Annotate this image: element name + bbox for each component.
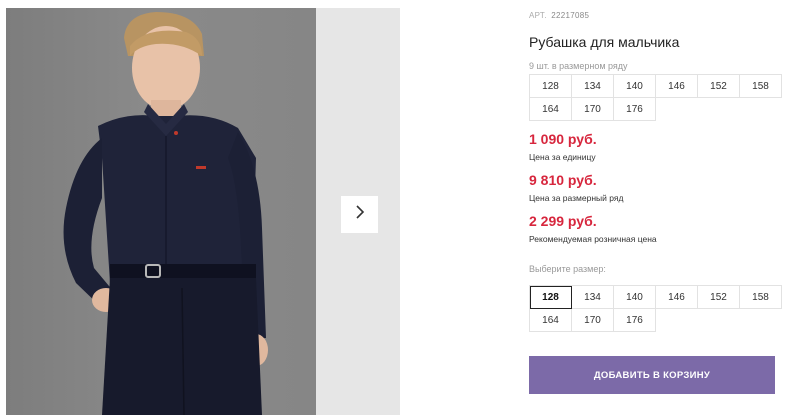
pack-size-cell: 170 — [572, 98, 614, 121]
pack-size-cell: 134 — [572, 75, 614, 98]
pack-price: 9 810 руб. — [529, 172, 597, 188]
size-option[interactable]: 146 — [656, 286, 698, 309]
pack-note: 9 шт. в размерном ряду — [529, 61, 628, 71]
retail-price: 2 299 руб. — [529, 213, 597, 229]
pack-price-label: Цена за размерный ряд — [529, 193, 624, 203]
sku-value: 22217085 — [551, 11, 590, 20]
pack-size-cell: 128 — [530, 75, 572, 98]
size-option[interactable]: 164 — [530, 309, 572, 332]
size-option[interactable]: 152 — [698, 286, 740, 309]
gallery-next-button[interactable] — [341, 196, 378, 233]
size-option[interactable]: 170 — [572, 309, 614, 332]
pack-size-cell: 146 — [656, 75, 698, 98]
size-option[interactable]: 158 — [740, 286, 782, 309]
size-option[interactable]: 176 — [614, 309, 656, 332]
pack-size-cell: 152 — [698, 75, 740, 98]
unit-price-label: Цена за единицу — [529, 152, 596, 162]
size-option[interactable]: 140 — [614, 286, 656, 309]
boy-in-shirt-image — [63, 12, 268, 415]
size-option[interactable]: 128 — [530, 286, 572, 309]
size-option[interactable]: 134 — [572, 286, 614, 309]
choose-size-label: Выберите размер: — [529, 264, 606, 274]
pack-size-cell: 140 — [614, 75, 656, 98]
retail-price-label: Рекомендуемая розничная цена — [529, 234, 657, 244]
size-selector: 128 134 140 146 152 158 164 170 176 — [529, 285, 782, 332]
pack-size-cell: 158 — [740, 75, 782, 98]
pack-size-grid: 128 134 140 146 152 158 164 170 176 — [529, 74, 782, 121]
product-photo — [6, 8, 316, 415]
sku-label: АРТ. — [529, 11, 547, 20]
pack-size-cell: 176 — [614, 98, 656, 121]
chevron-right-icon — [354, 204, 366, 225]
add-to-cart-button[interactable]: ДОБАВИТЬ В КОРЗИНУ — [529, 356, 775, 394]
pack-size-cell: 164 — [530, 98, 572, 121]
product-title: Рубашка для мальчика — [529, 34, 680, 50]
unit-price: 1 090 руб. — [529, 131, 597, 147]
product-sku: АРТ. 22217085 — [529, 11, 589, 20]
